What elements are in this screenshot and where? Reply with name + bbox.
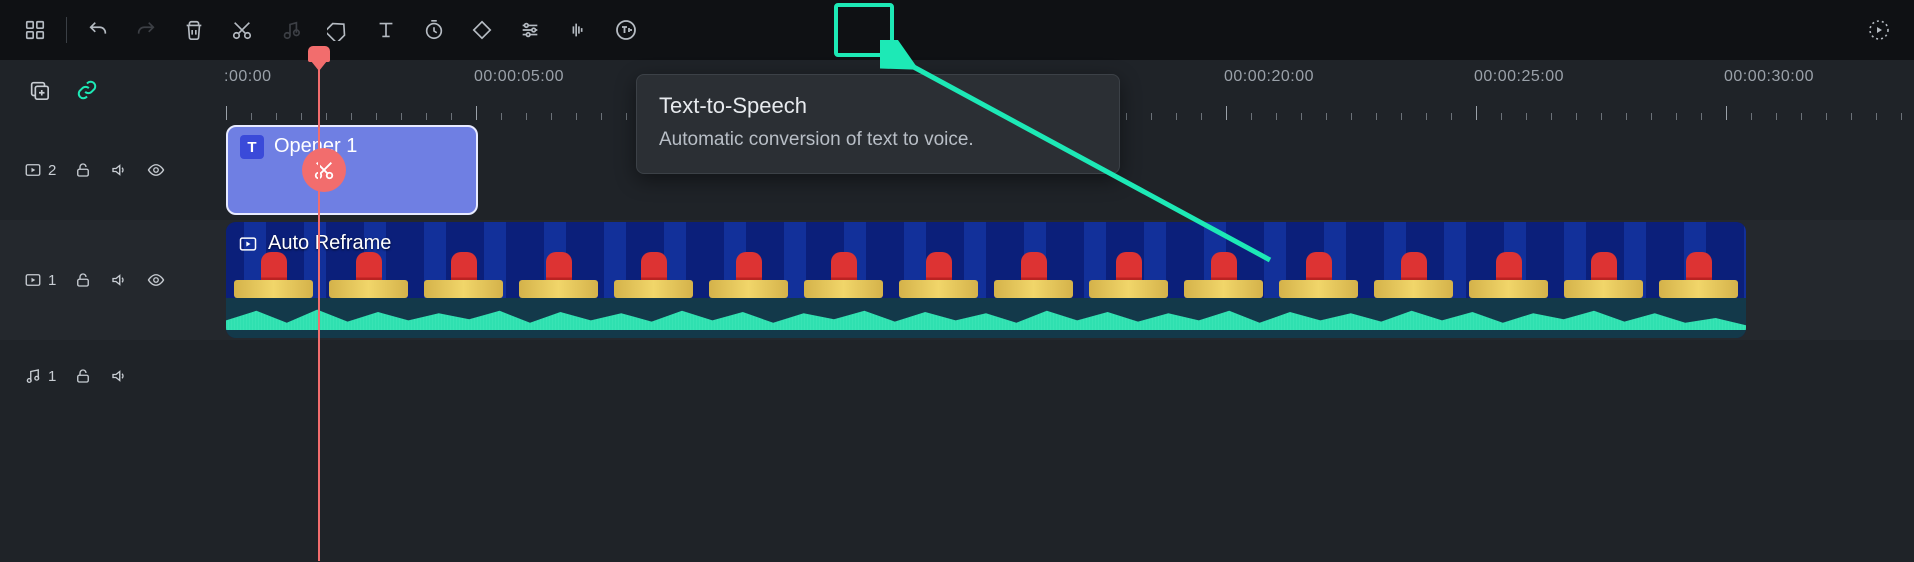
track-kind-video2: 2 bbox=[24, 161, 56, 179]
toolbar bbox=[0, 0, 1914, 60]
eye-icon[interactable] bbox=[146, 161, 166, 179]
clip-waveform bbox=[226, 298, 1746, 338]
add-track-icon[interactable] bbox=[28, 79, 50, 101]
text-icon[interactable] bbox=[369, 13, 403, 47]
track-label: 1 bbox=[48, 272, 56, 289]
redo-icon[interactable] bbox=[129, 13, 163, 47]
sliders-icon[interactable] bbox=[513, 13, 547, 47]
lock-icon[interactable] bbox=[74, 271, 92, 289]
clip-auto-reframe[interactable]: Auto Reframe bbox=[226, 222, 1746, 338]
speaker-icon[interactable] bbox=[110, 367, 128, 385]
track-label: 2 bbox=[48, 162, 56, 179]
tooltip-body: Automatic conversion of text to voice. bbox=[659, 129, 1097, 151]
speaker-icon[interactable] bbox=[110, 271, 128, 289]
tooltip-title: Text-to-Speech bbox=[659, 93, 1097, 119]
track-kind-video1: 1 bbox=[24, 271, 56, 289]
music-note-icon[interactable] bbox=[273, 13, 307, 47]
text-to-speech-icon[interactable] bbox=[609, 13, 643, 47]
text-clip-icon: T bbox=[240, 135, 264, 159]
lock-icon[interactable] bbox=[74, 161, 92, 179]
track-video-1: 1 Auto Reframe bbox=[0, 220, 1914, 340]
render-preview-icon[interactable] bbox=[1862, 13, 1896, 47]
timeline-empty-area bbox=[0, 412, 1914, 562]
ruler-label: 00:00:30:00 bbox=[1724, 68, 1814, 86]
tag-icon[interactable] bbox=[321, 13, 355, 47]
clip-opener[interactable]: T Opener 1 bbox=[226, 125, 478, 215]
ruler-label: 00:00:05:00 bbox=[474, 68, 564, 86]
undo-icon[interactable] bbox=[81, 13, 115, 47]
ruler-label: :00:00 bbox=[224, 68, 271, 86]
track-kind-audio1: 1 bbox=[24, 367, 56, 385]
speaker-icon[interactable] bbox=[110, 161, 128, 179]
track-audio-1: 1 bbox=[0, 340, 1914, 412]
playhead[interactable] bbox=[318, 60, 320, 561]
ruler-label: 00:00:25:00 bbox=[1474, 68, 1564, 86]
toolbar-divider bbox=[66, 17, 67, 43]
timer-icon[interactable] bbox=[417, 13, 451, 47]
audio-spectrum-icon[interactable] bbox=[561, 13, 595, 47]
lock-icon[interactable] bbox=[74, 367, 92, 385]
cut-marker[interactable] bbox=[300, 131, 348, 209]
link-icon[interactable] bbox=[76, 79, 98, 101]
cut-icon[interactable] bbox=[225, 13, 259, 47]
ruler-label: 00:00:20:00 bbox=[1224, 68, 1314, 86]
keyframe-icon[interactable] bbox=[465, 13, 499, 47]
clip-label: Auto Reframe bbox=[268, 232, 391, 255]
tts-highlight-annotation bbox=[834, 3, 894, 57]
delete-icon[interactable] bbox=[177, 13, 211, 47]
track-label: 1 bbox=[48, 368, 56, 385]
apps-icon[interactable] bbox=[18, 13, 52, 47]
tts-tooltip: Text-to-Speech Automatic conversion of t… bbox=[636, 74, 1120, 174]
eye-icon[interactable] bbox=[146, 271, 166, 289]
